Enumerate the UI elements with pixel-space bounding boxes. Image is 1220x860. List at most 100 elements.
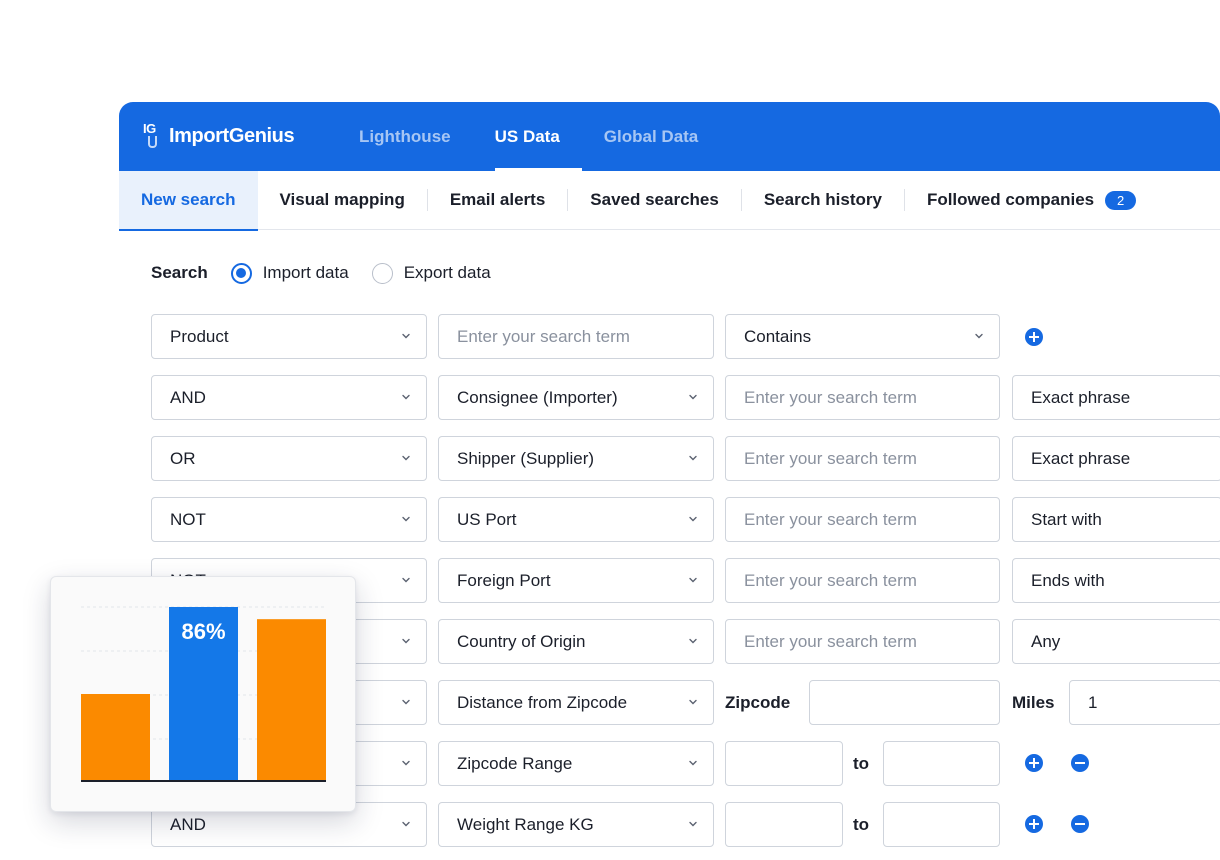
zipcode-input[interactable] (809, 680, 1000, 725)
select-value: Contains (744, 326, 812, 346)
chevron-down-icon (687, 757, 699, 769)
match-type-select[interactable]: Any (1012, 619, 1220, 664)
add-row-button[interactable] (1025, 815, 1043, 833)
tab-label: Followed companies (926, 190, 1095, 209)
remove-row-button[interactable] (1071, 815, 1089, 833)
tab-followed-companies[interactable]: Followed companies 2 (926, 171, 1137, 230)
select-value: Zipcode Range (457, 753, 573, 773)
select-value: US Port (457, 509, 517, 529)
zipcode-label: Zipcode (725, 692, 791, 712)
select-value: Any (1031, 631, 1061, 651)
chevron-down-icon (400, 330, 412, 342)
input-placeholder: Enter your search term (744, 631, 917, 651)
field-select[interactable]: Foreign Port (438, 558, 714, 603)
field-select[interactable]: US Port (438, 497, 714, 542)
logo-mark-text: IG (143, 121, 156, 136)
chevron-down-icon (687, 696, 699, 708)
match-type-select[interactable]: Exact phrase (1012, 375, 1220, 420)
chevron-down-icon (400, 452, 412, 464)
tab-search-history[interactable]: Search history (764, 171, 882, 230)
select-value: Distance from Zipcode (457, 692, 628, 712)
tab-divider (426, 189, 428, 211)
search-term-input[interactable]: Enter your search term (725, 619, 1000, 664)
field-select[interactable]: Zipcode Range (438, 741, 714, 786)
tab-email-alerts[interactable]: Email alerts (450, 171, 545, 230)
miles-input[interactable]: 1 (1069, 680, 1220, 725)
input-placeholder: Enter your search term (744, 570, 917, 590)
search-term-input[interactable]: Enter your search term (725, 375, 1000, 420)
select-value: Product (170, 326, 229, 346)
input-placeholder: Enter your search term (457, 326, 630, 346)
tab-label: Saved searches (590, 190, 719, 209)
zipcode-from-input[interactable] (725, 741, 843, 786)
operator-select[interactable]: AND (151, 375, 427, 420)
radio-export-data[interactable]: Export data (371, 262, 491, 284)
main-nav-us-data[interactable]: US Data (473, 102, 582, 171)
select-value: Weight Range KG (457, 814, 594, 834)
search-term-input[interactable]: Enter your search term (725, 436, 1000, 481)
radio-label: Import data (262, 263, 349, 282)
zipcode-to-input[interactable] (883, 741, 1000, 786)
chevron-down-icon (687, 391, 699, 403)
select-value: Start with (1031, 509, 1102, 529)
tab-visual-mapping[interactable]: Visual mapping (280, 171, 405, 230)
radio-import-data[interactable]: Import data (230, 262, 349, 284)
operator-select[interactable]: NOT (151, 497, 427, 542)
search-term-input[interactable]: Enter your search term (725, 497, 1000, 542)
main-nav-lighthouse[interactable]: Lighthouse (337, 102, 473, 171)
bar-chart-card: 86% (50, 576, 356, 812)
tab-new-search[interactable]: New search (119, 170, 258, 231)
search-term-input[interactable]: Enter your search term (725, 558, 1000, 603)
chevron-down-icon (400, 391, 412, 403)
field-select[interactable]: Consignee (Importer) (438, 375, 714, 420)
field-select[interactable]: Weight Range KG (438, 802, 714, 847)
tab-label: New search (141, 190, 236, 209)
chevron-down-icon (687, 818, 699, 830)
chevron-down-icon (687, 635, 699, 647)
brand-logo[interactable]: IG ImportGenius (143, 121, 295, 151)
radio-label: Export data (403, 263, 491, 282)
match-type-select[interactable]: Ends with (1012, 558, 1220, 603)
chevron-down-icon (973, 330, 985, 342)
select-value: Exact phrase (1031, 448, 1131, 468)
select-value: AND (170, 387, 206, 407)
tab-saved-searches[interactable]: Saved searches (590, 171, 719, 230)
search-term-input[interactable]: Enter your search term (438, 314, 714, 359)
remove-row-button[interactable] (1071, 754, 1089, 772)
main-nav-global-data[interactable]: Global Data (582, 102, 720, 171)
main-nav-label: Global Data (603, 126, 699, 146)
match-type-select[interactable]: Start with (1012, 497, 1220, 542)
match-type-select[interactable]: Contains (725, 314, 1000, 359)
tab-divider (740, 189, 742, 211)
operator-select[interactable]: OR (151, 436, 427, 481)
weight-to-input[interactable] (883, 802, 1000, 847)
miles-label: Miles (1012, 692, 1055, 712)
field-select[interactable]: Distance from Zipcode (438, 680, 714, 725)
chevron-down-icon (400, 635, 412, 647)
field-select[interactable]: Shipper (Supplier) (438, 436, 714, 481)
input-placeholder: Enter your search term (744, 509, 917, 529)
tab-divider (567, 189, 569, 211)
match-type-select[interactable]: Exact phrase (1012, 436, 1220, 481)
chevron-down-icon (687, 452, 699, 464)
chevron-down-icon (687, 574, 699, 586)
range-to-label: to (853, 814, 870, 834)
select-value: Shipper (Supplier) (457, 448, 595, 468)
search-type-label: Search (151, 263, 208, 282)
add-row-button[interactable] (1025, 328, 1043, 346)
search-field-select[interactable]: Product (151, 314, 427, 359)
chevron-down-icon (400, 818, 412, 830)
add-row-button[interactable] (1025, 754, 1043, 772)
tab-label: Visual mapping (279, 190, 405, 209)
lightbulb-logo-icon: IG (143, 121, 163, 151)
select-value: NOT (170, 509, 206, 529)
chevron-down-icon (400, 574, 412, 586)
weight-from-input[interactable] (725, 802, 843, 847)
field-select[interactable]: Country of Origin (438, 619, 714, 664)
search-type-selector: Search Import data Export data (151, 260, 514, 286)
chevron-down-icon (400, 696, 412, 708)
input-placeholder: Enter your search term (744, 448, 917, 468)
main-nav-label: Lighthouse (359, 126, 451, 146)
brand-name: ImportGenius (169, 124, 295, 147)
bar-chart: 86% (81, 606, 326, 782)
